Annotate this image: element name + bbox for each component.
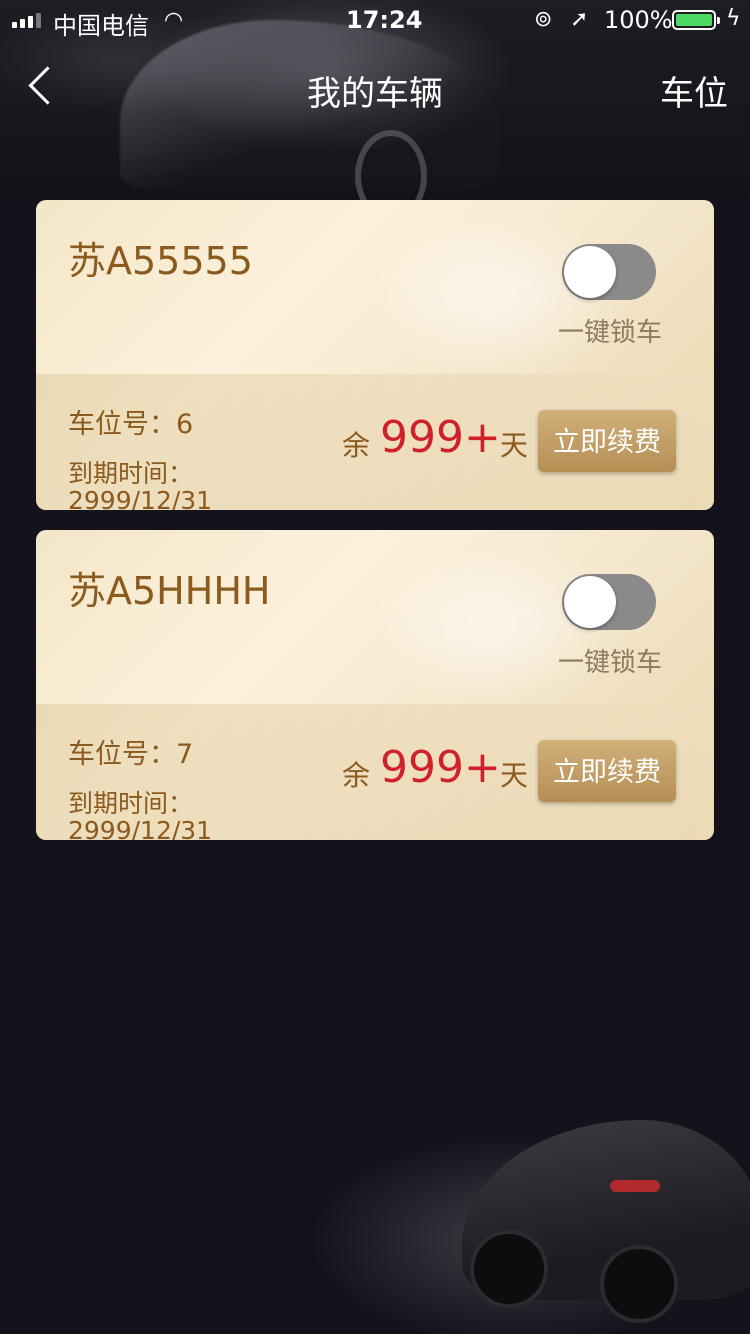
signal-icon — [12, 13, 41, 28]
status-bar: 中国电信 ◠ 17:24 ⊚ ➚ 100% ϟ — [0, 0, 750, 40]
parking-space-number: 车位号：6 — [68, 409, 194, 440]
toggle-knob — [564, 576, 616, 628]
location-arrow-icon: ➚ — [570, 7, 589, 32]
orientation-lock-icon: ⊚ — [534, 7, 553, 32]
vehicle-card-header: 苏A55555 一键锁车 — [36, 200, 714, 374]
vehicle-card: 苏A55555 一键锁车 车位号：6 到期时间： 2999/12/31 余 99… — [36, 200, 714, 510]
expire-date: 2999/12/31 — [68, 486, 213, 510]
lock-car-toggle[interactable] — [562, 244, 656, 300]
clock: 17:24 — [346, 6, 423, 34]
remain-suffix: 天 — [500, 759, 529, 792]
battery-percent: 100% — [604, 6, 673, 34]
expire-date: 2999/12/31 — [68, 816, 213, 840]
parking-space-button[interactable]: 车位 — [660, 66, 728, 115]
lock-car-toggle[interactable] — [562, 574, 656, 630]
plate-number: 苏A5HHHH — [68, 569, 271, 613]
lock-car-label: 一键锁车 — [558, 648, 663, 678]
page-title: 我的车辆 — [307, 74, 443, 114]
remain-suffix: 天 — [500, 429, 529, 462]
expire-label: 到期时间： — [68, 789, 194, 818]
remain-prefix: 余 — [342, 759, 371, 792]
wifi-icon: ◠ — [164, 8, 184, 33]
renew-button[interactable]: 立即续费 — [538, 410, 676, 472]
parking-space-number: 车位号：7 — [68, 739, 194, 770]
plate-number: 苏A55555 — [68, 239, 253, 283]
vehicle-card-footer: 车位号：6 到期时间： 2999/12/31 余 999+ 天 立即续费 — [36, 374, 714, 510]
expire-label: 到期时间： — [68, 459, 194, 488]
background-car-image — [0, 1050, 750, 1334]
car-wheel — [470, 1230, 548, 1308]
remaining-days: 999+ — [380, 742, 501, 793]
battery-icon — [672, 10, 720, 30]
renew-button[interactable]: 立即续费 — [538, 740, 676, 802]
bolt-icon: ϟ — [726, 6, 741, 31]
lock-car-label: 一键锁车 — [558, 318, 663, 348]
carrier-name: 中国电信 — [53, 12, 149, 40]
vehicle-card-footer: 车位号：7 到期时间： 2999/12/31 余 999+ 天 立即续费 — [36, 704, 714, 840]
remain-prefix: 余 — [342, 429, 371, 462]
car-taillight — [610, 1180, 660, 1192]
toggle-knob — [564, 246, 616, 298]
remaining-days: 999+ — [380, 412, 501, 463]
vehicle-card: 苏A5HHHH 一键锁车 车位号：7 到期时间： 2999/12/31 余 99… — [36, 530, 714, 840]
nav-bar: 我的车辆 车位 — [0, 40, 750, 130]
vehicle-card-header: 苏A5HHHH 一键锁车 — [36, 530, 714, 704]
car-wheel — [600, 1245, 678, 1323]
